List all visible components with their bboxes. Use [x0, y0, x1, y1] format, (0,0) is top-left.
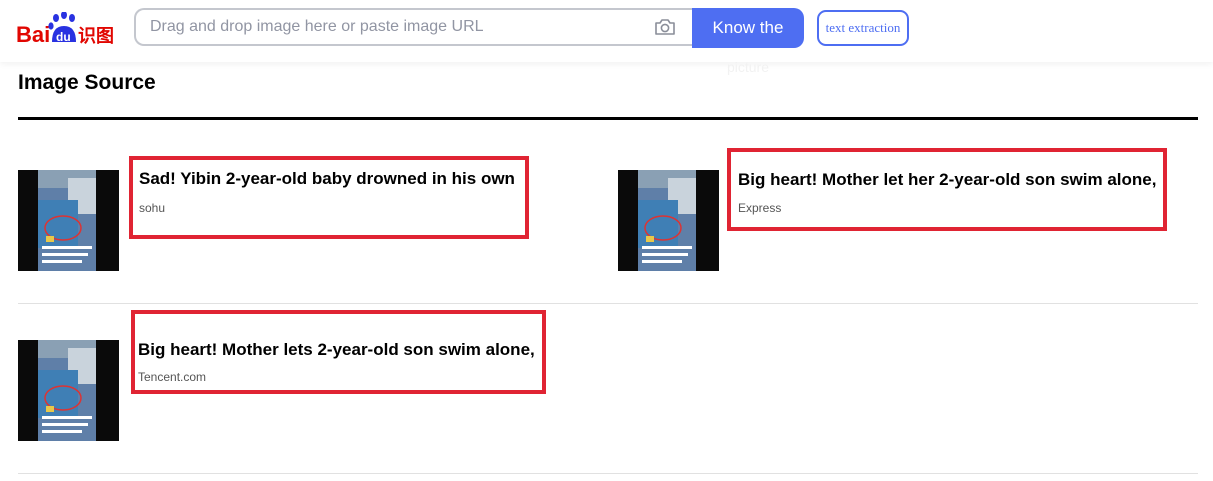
know-the-picture-button[interactable]: Know the picture	[692, 8, 804, 74]
row-divider	[18, 473, 1198, 474]
know-button-label-overflow: picture	[726, 59, 770, 75]
logo-product-text: 识图	[78, 26, 114, 47]
logo-brand-text: Bai	[16, 22, 50, 47]
baidu-logo[interactable]: Bai du 识图	[16, 11, 118, 48]
title-divider	[18, 117, 1198, 120]
result-thumbnail[interactable]	[18, 340, 119, 441]
top-header: Bai du 识图 Know the picture text extracti…	[0, 0, 1213, 74]
baidu-logo-mark: Bai du 识图	[16, 11, 114, 47]
text-extraction-label: text extraction	[825, 20, 901, 35]
image-search-box[interactable]	[134, 8, 692, 46]
result-thumbnail[interactable]	[618, 170, 719, 271]
result-source: Express	[738, 201, 782, 215]
text-extraction-button[interactable]: text extraction	[817, 10, 909, 46]
camera-icon[interactable]	[654, 18, 676, 36]
know-button-label: Know the	[712, 18, 784, 37]
result-thumbnail[interactable]	[18, 170, 119, 271]
result-title[interactable]: Big heart! Mother lets 2-year-old son sw…	[138, 340, 535, 360]
search-input[interactable]	[150, 10, 640, 44]
section-title: Image Source	[18, 71, 156, 94]
logo-paw-text: du	[56, 30, 71, 44]
result-title[interactable]: Sad! Yibin 2-year-old baby drowned in hi…	[139, 169, 515, 189]
result-source: Tencent.com	[138, 370, 207, 384]
result-title[interactable]: Big heart! Mother let her 2-year-old son…	[738, 170, 1156, 190]
row-divider	[18, 303, 1198, 304]
result-source: sohu	[139, 201, 166, 215]
